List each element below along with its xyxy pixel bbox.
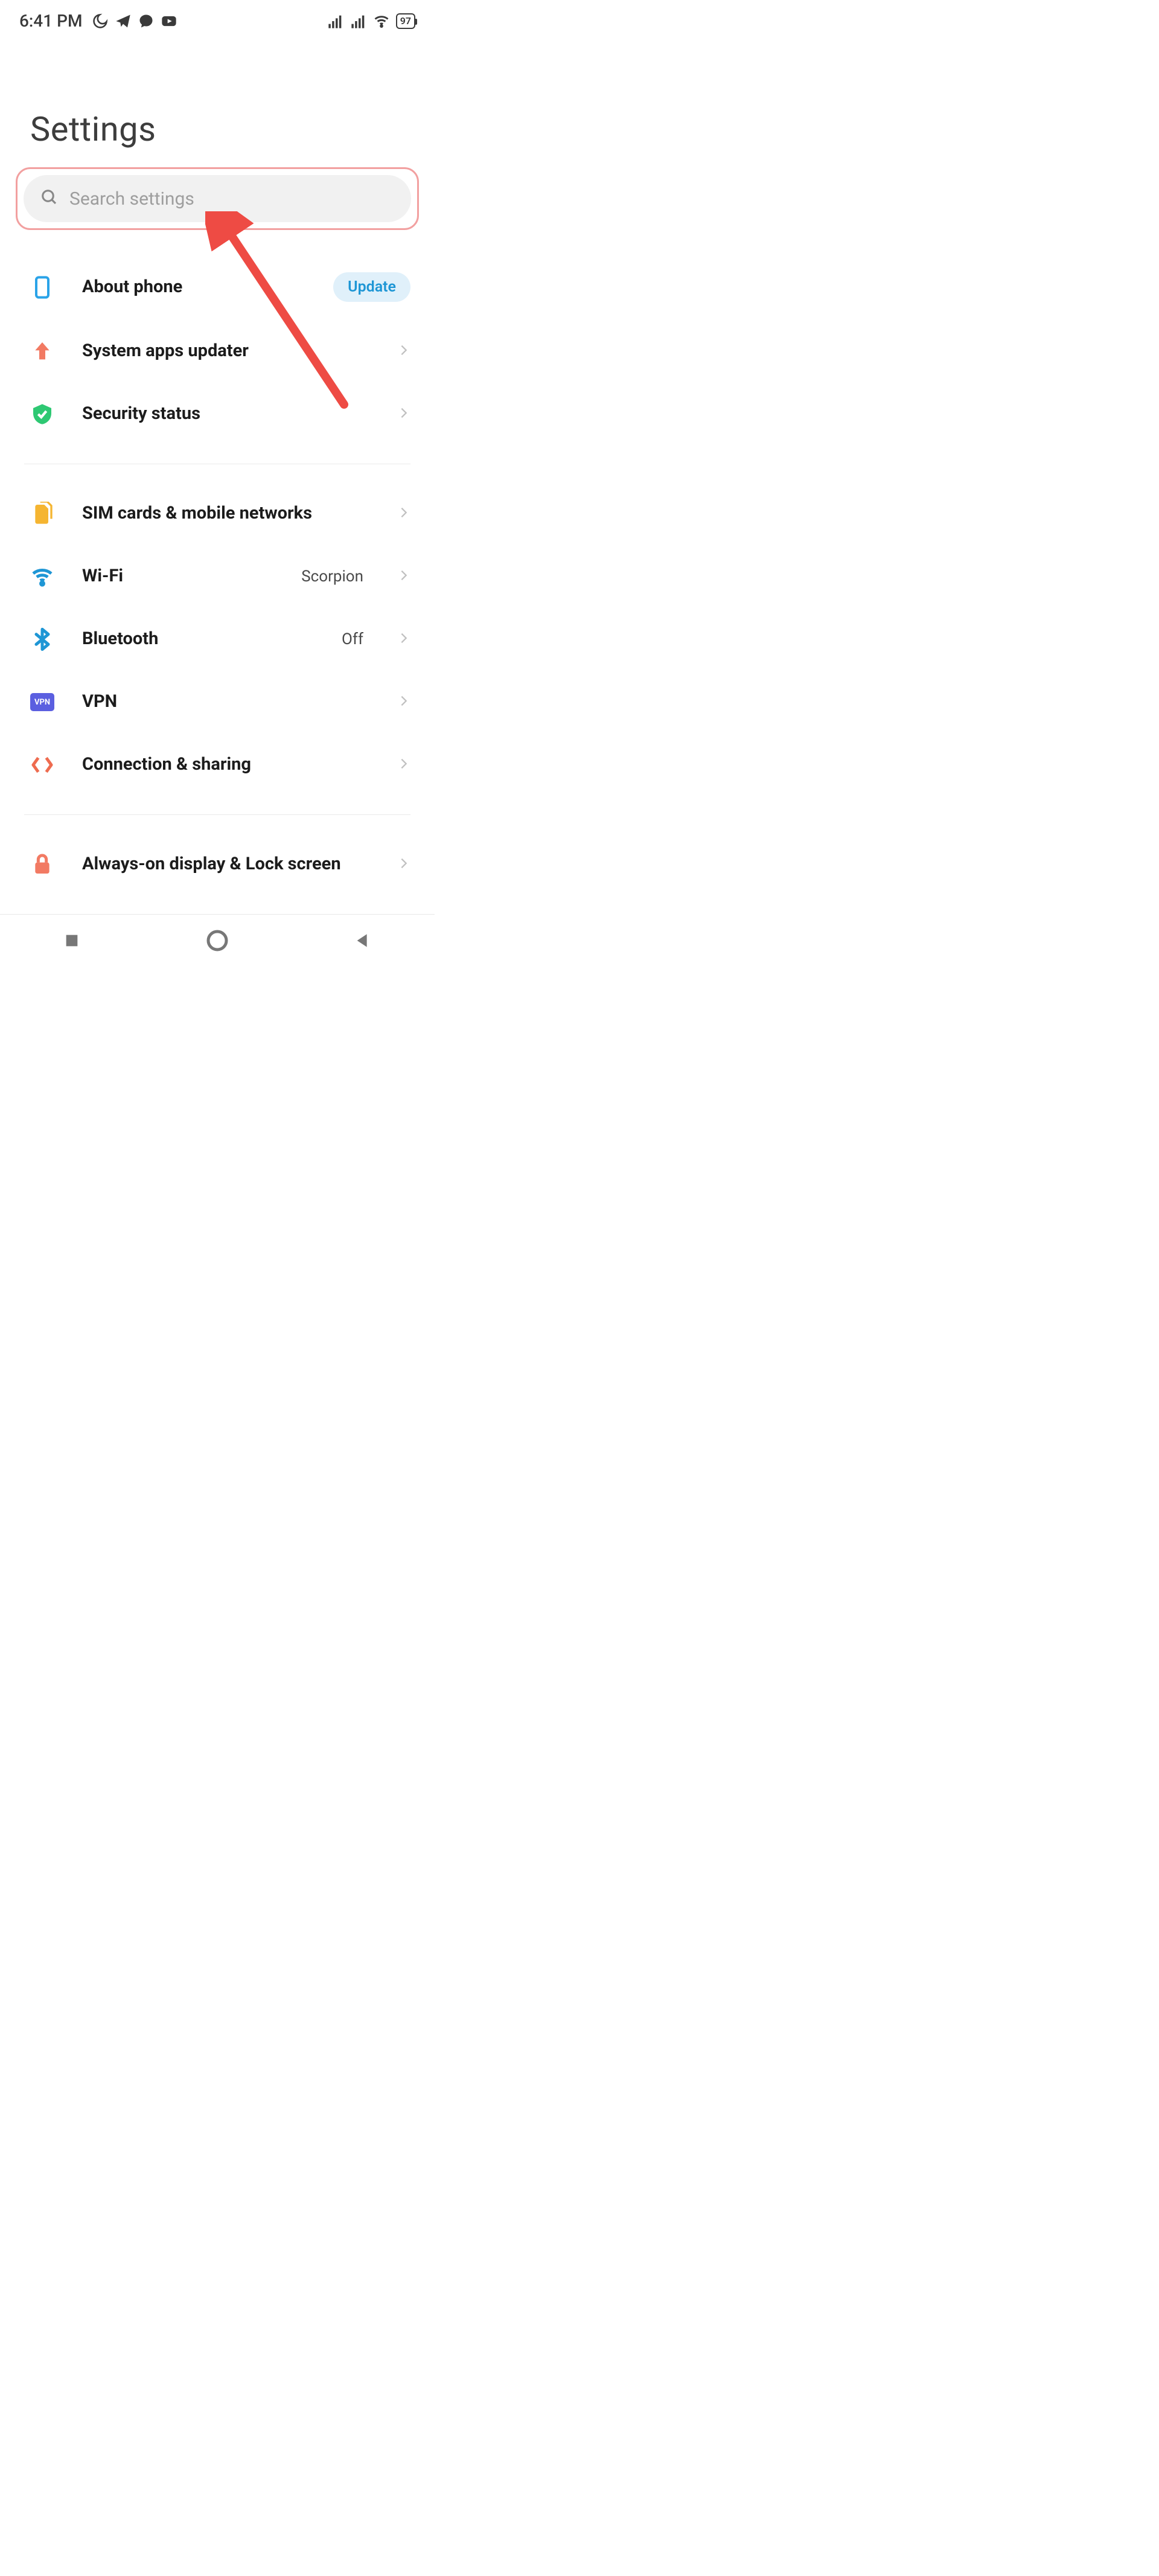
row-label: SIM cards & mobile networks: [82, 502, 369, 525]
chevron-right-icon: [397, 569, 410, 584]
chevron-right-icon: [397, 506, 410, 522]
chevron-right-icon: [397, 344, 410, 359]
row-label: Bluetooth: [82, 628, 314, 651]
signal-2-icon: [350, 13, 367, 30]
search-icon: [40, 188, 59, 209]
nav-back-button[interactable]: [353, 931, 372, 953]
search-highlight-annotation: Search settings: [16, 167, 419, 230]
row-always-on-display[interactable]: Always-on display & Lock screen: [0, 833, 435, 896]
row-about-phone[interactable]: About phone Update: [0, 254, 435, 320]
row-label: Wi-Fi: [82, 565, 273, 588]
row-label: Connection & sharing: [82, 753, 369, 776]
bluetooth-value: Off: [342, 630, 363, 648]
battery-icon: 97: [396, 13, 415, 29]
sim-icon: [30, 502, 54, 526]
row-label: VPN: [82, 691, 369, 714]
vpn-icon: VPN: [30, 693, 54, 711]
row-bluetooth[interactable]: Bluetooth Off: [0, 608, 435, 671]
navigation-bar: [0, 914, 435, 968]
moon-icon: [92, 13, 109, 30]
youtube-icon: [161, 13, 177, 30]
update-badge[interactable]: Update: [333, 272, 410, 302]
search-placeholder: Search settings: [69, 188, 194, 209]
wifi-icon: [30, 564, 54, 589]
lock-icon: [30, 852, 54, 877]
row-sim-cards[interactable]: SIM cards & mobile networks: [0, 482, 435, 545]
row-wifi[interactable]: Wi-Fi Scorpion: [0, 545, 435, 608]
wifi-status-icon: [373, 13, 390, 30]
chevron-right-icon: [397, 406, 410, 422]
signal-1-icon: [327, 13, 344, 30]
row-label: System apps updater: [82, 340, 369, 363]
row-label: About phone: [82, 276, 305, 299]
nav-recents-button[interactable]: [62, 931, 81, 953]
row-connection-sharing[interactable]: Connection & sharing: [0, 733, 435, 796]
arrow-up-icon: [30, 339, 54, 363]
chevron-right-icon: [397, 857, 410, 872]
wifi-value: Scorpion: [301, 567, 363, 586]
row-label: Always-on display & Lock screen: [82, 853, 369, 876]
status-time: 6:41 PM: [19, 11, 82, 31]
telegram-icon: [115, 13, 132, 30]
shield-check-icon: [30, 402, 54, 426]
chevron-right-icon: [397, 694, 410, 710]
connection-icon: [30, 753, 54, 777]
divider: [24, 814, 410, 815]
bluetooth-icon: [30, 627, 54, 651]
row-system-apps-updater[interactable]: System apps updater: [0, 320, 435, 383]
phone-icon: [30, 275, 54, 299]
nav-home-button[interactable]: [205, 928, 229, 955]
search-input[interactable]: Search settings: [24, 175, 411, 222]
chevron-right-icon: [397, 757, 410, 773]
row-vpn[interactable]: VPN VPN: [0, 671, 435, 733]
status-bar: 6:41 PM 97: [0, 0, 435, 37]
row-security-status[interactable]: Security status: [0, 383, 435, 446]
page-title: Settings: [0, 37, 435, 167]
chevron-right-icon: [397, 631, 410, 647]
row-label: Security status: [82, 403, 369, 426]
chat-icon: [138, 13, 155, 30]
